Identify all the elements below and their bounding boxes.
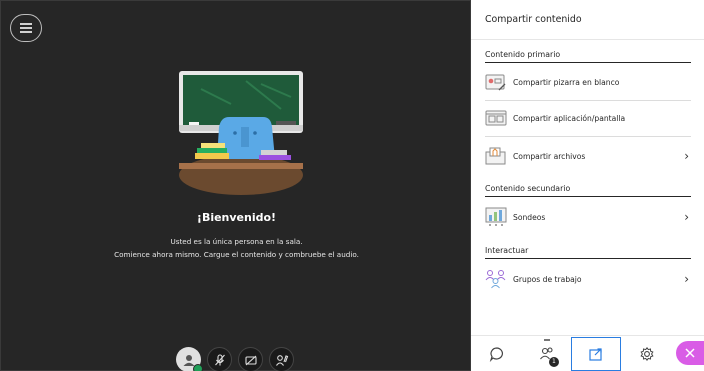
settings-button[interactable] <box>621 336 673 371</box>
files-icon <box>485 145 507 167</box>
close-icon <box>685 348 695 358</box>
session-menu-button[interactable] <box>10 14 42 42</box>
share-application-screen-button[interactable]: Compartir aplicación/pantalla <box>485 101 691 137</box>
raise-hand-icon <box>275 354 288 366</box>
panel-title: Compartir contenido <box>471 0 704 40</box>
share-content-panel: Compartir contenido Contenido primario C… <box>471 0 704 371</box>
share-content-tab-button[interactable] <box>571 336 621 371</box>
share-whiteboard-button[interactable]: Compartir pizarra en blanco <box>485 65 691 101</box>
online-status-icon <box>193 364 203 371</box>
media-controls <box>176 347 294 371</box>
welcome-message-line-1: Usted es la única persona en la sala. <box>170 237 303 246</box>
drag-handle-icon <box>544 338 550 341</box>
my-status-avatar-button[interactable] <box>176 347 203 371</box>
gear-icon <box>640 346 654 361</box>
microphone-toggle-button[interactable] <box>207 347 232 371</box>
polls-icon <box>485 206 507 228</box>
welcome-illustration <box>179 71 303 195</box>
share-whiteboard-label: Compartir pizarra en blanco <box>513 78 620 87</box>
share-files-label: Compartir archivos <box>513 151 586 161</box>
chat-button[interactable] <box>471 336 523 371</box>
share-files-button[interactable]: Compartir archivos › <box>485 138 691 174</box>
chevron-right-icon: › <box>684 149 689 163</box>
user-avatar-icon <box>183 354 194 366</box>
application-screen-icon <box>485 108 507 130</box>
chevron-right-icon: › <box>684 210 689 224</box>
breakout-groups-label: Grupos de trabajo <box>513 274 582 284</box>
chevron-right-icon: › <box>684 272 689 286</box>
panel-bottom-bar: 1 <box>471 335 704 371</box>
camera-off-icon <box>244 355 257 365</box>
attendees-button[interactable]: 1 <box>523 336 571 371</box>
section-title-primary: Contenido primario <box>485 50 691 63</box>
share-application-screen-label: Compartir aplicación/pantalla <box>513 114 626 123</box>
share-content-icon <box>589 347 602 361</box>
section-title-interact: Interactuar <box>485 246 691 259</box>
hamburger-icon <box>20 27 32 29</box>
camera-toggle-button[interactable] <box>238 347 263 371</box>
welcome-title: ¡Bienvenido! <box>196 211 277 224</box>
close-panel-button[interactable] <box>676 341 704 365</box>
polls-label: Sondeos <box>513 212 546 222</box>
chat-icon <box>489 346 503 362</box>
breakout-groups-button[interactable]: Grupos de trabajo › <box>485 261 691 297</box>
whiteboard-icon <box>485 72 507 94</box>
section-title-secondary: Contenido secundario <box>485 184 691 197</box>
raise-hand-button[interactable] <box>269 347 294 371</box>
welcome-message-line-2: Comience ahora mismo. Cargue el contenid… <box>114 250 359 259</box>
microphone-off-icon <box>214 353 225 365</box>
main-stage: ¡Bienvenido! Usted es la única persona e… <box>0 0 471 371</box>
breakout-groups-icon <box>485 268 507 290</box>
attendees-count-badge: 1 <box>548 356 559 367</box>
polls-button[interactable]: Sondeos › <box>485 199 691 235</box>
